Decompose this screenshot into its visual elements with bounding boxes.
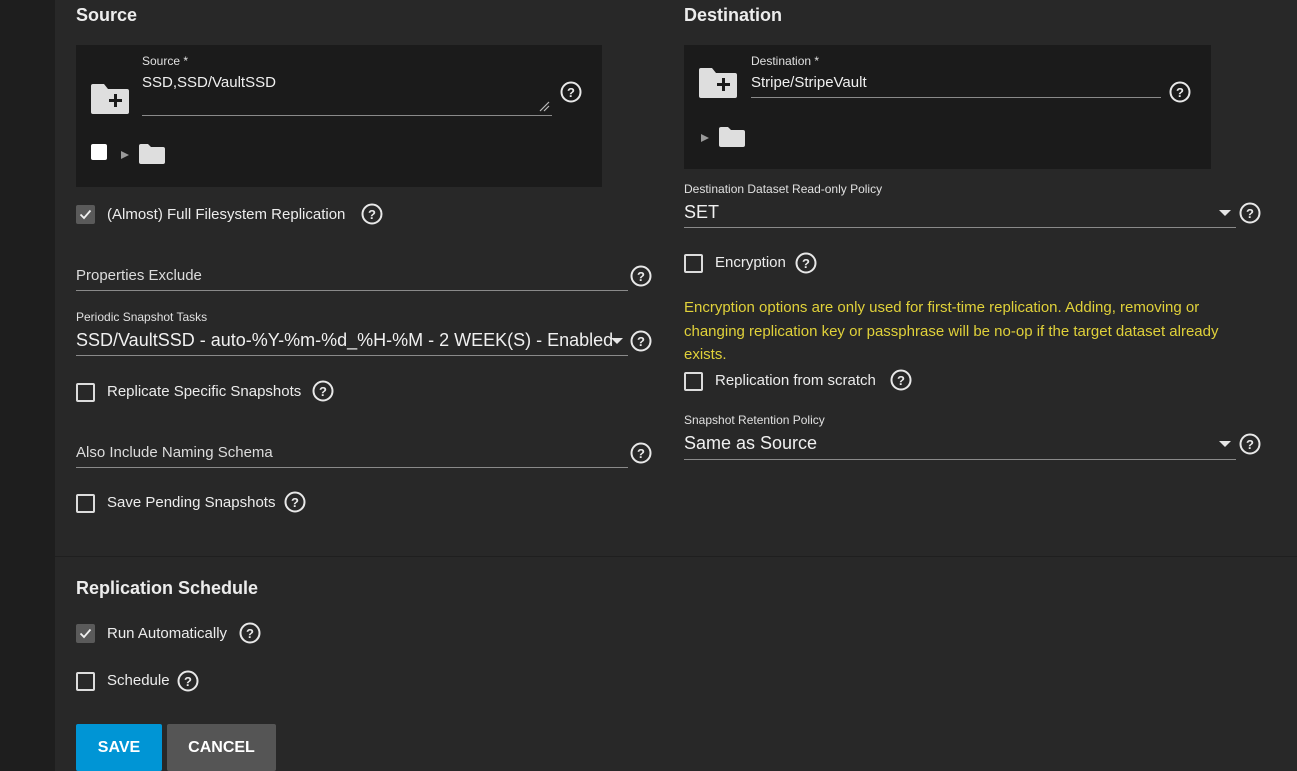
help-icon[interactable]: ? [361,203,383,225]
retention-policy-select[interactable]: Same as Source [684,433,817,454]
save-pending-label: Save Pending Snapshots [107,494,276,511]
run-automatically-checkbox[interactable] [76,624,95,643]
svg-text:?: ? [1246,437,1254,452]
help-icon[interactable]: ? [1169,81,1191,103]
svg-text:?: ? [1176,85,1184,100]
source-input-underline [142,115,552,116]
help-icon[interactable]: ? [560,81,582,103]
full-fs-replication-label: (Almost) Full Filesystem Replication [107,206,346,223]
replication-from-scratch-label: Replication from scratch [715,372,876,389]
replicate-specific-label: Replicate Specific Snapshots [107,383,302,400]
checkmark-icon [79,628,92,639]
svg-text:?: ? [184,674,192,689]
periodic-tasks-select[interactable]: SSD/VaultSSD - auto-%Y-%m-%d_%H-%M - 2 W… [76,330,613,351]
replication-from-scratch-checkbox[interactable] [684,372,703,391]
encryption-checkbox[interactable] [684,254,703,273]
expand-arrow-icon[interactable] [700,133,710,143]
save-button[interactable]: SAVE [76,724,162,771]
readonly-policy-underline [684,227,1236,228]
add-folder-icon[interactable] [697,64,739,100]
periodic-tasks-label: Periodic Snapshot Tasks [76,310,208,324]
full-fs-replication-checkbox[interactable] [76,205,95,224]
encryption-label: Encryption [715,254,786,271]
dropdown-caret-icon[interactable] [1219,441,1231,447]
help-icon[interactable]: ? [177,670,199,692]
destination-input-underline [751,97,1161,98]
svg-text:?: ? [637,446,645,461]
expand-arrow-icon[interactable] [120,150,130,160]
readonly-policy-select[interactable]: SET [684,202,719,223]
readonly-policy-label: Destination Dataset Read-only Policy [684,182,883,196]
help-icon[interactable]: ? [312,380,334,402]
properties-exclude-input[interactable]: Properties Exclude [76,267,202,284]
properties-exclude-underline [76,290,628,291]
resize-grip-icon[interactable] [538,100,550,112]
svg-text:?: ? [637,269,645,284]
folder-icon [719,127,745,147]
help-icon[interactable]: ? [1239,433,1261,455]
svg-text:?: ? [368,207,376,222]
svg-text:?: ? [802,256,810,271]
svg-text:?: ? [1246,206,1254,221]
help-icon[interactable]: ? [239,622,261,644]
section-divider [55,556,1297,557]
svg-text:?: ? [291,495,299,510]
cancel-button[interactable]: CANCEL [167,724,276,771]
schedule-heading: Replication Schedule [76,578,259,598]
checkmark-icon [79,209,92,220]
save-pending-checkbox[interactable] [76,494,95,513]
destination-heading: Destination [684,5,783,25]
periodic-tasks-underline [76,355,628,356]
help-icon[interactable]: ? [890,369,912,391]
schedule-checkbox[interactable] [76,672,95,691]
retention-policy-label: Snapshot Retention Policy [684,413,825,427]
help-icon[interactable]: ? [630,330,652,352]
naming-schema-underline [76,467,628,468]
svg-text:?: ? [637,334,645,349]
tree-node-checkbox[interactable] [91,144,107,160]
destination-field-label: Destination * [751,54,820,68]
naming-schema-input[interactable]: Also Include Naming Schema [76,444,273,461]
help-icon[interactable]: ? [284,491,306,513]
help-icon[interactable]: ? [795,252,817,274]
folder-icon [139,144,165,164]
add-folder-icon[interactable] [89,80,131,116]
replicate-specific-checkbox[interactable] [76,383,95,402]
help-icon[interactable]: ? [1239,202,1261,224]
destination-input[interactable]: Stripe/StripeVault [751,74,867,91]
dropdown-caret-icon[interactable] [1219,210,1231,216]
svg-text:?: ? [319,384,327,399]
source-heading: Source [76,5,138,25]
svg-text:?: ? [567,85,575,100]
run-automatically-label: Run Automatically [107,625,228,642]
svg-text:?: ? [246,626,254,641]
retention-policy-underline [684,459,1236,460]
source-input[interactable]: SSD,SSD/VaultSSD [142,74,276,91]
svg-text:?: ? [897,373,905,388]
help-icon[interactable]: ? [630,265,652,287]
encryption-warning: Encryption options are only used for fir… [684,299,1219,363]
source-field-label: Source * [142,54,189,68]
help-icon[interactable]: ? [630,442,652,464]
schedule-label: Schedule [107,672,170,689]
dropdown-caret-icon[interactable] [611,338,623,344]
